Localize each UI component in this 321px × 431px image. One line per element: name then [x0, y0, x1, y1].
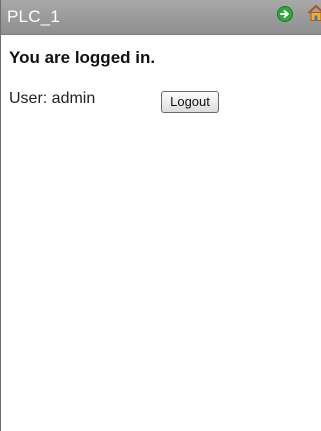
title-bar: PLC_1: [1, 0, 321, 35]
arrow-right-circle-icon: [277, 6, 293, 22]
page-title: PLC_1: [7, 7, 60, 26]
login-status-heading: You are logged in.: [9, 48, 156, 67]
current-user-label: User: admin: [9, 90, 96, 107]
home-icon: [307, 5, 321, 21]
page-frame: PLC_1 You are logged in. User: admin Log…: [0, 0, 321, 431]
logout-button[interactable]: Logout: [161, 91, 219, 113]
home-button[interactable]: [307, 4, 321, 22]
forward-button[interactable]: [277, 6, 293, 22]
